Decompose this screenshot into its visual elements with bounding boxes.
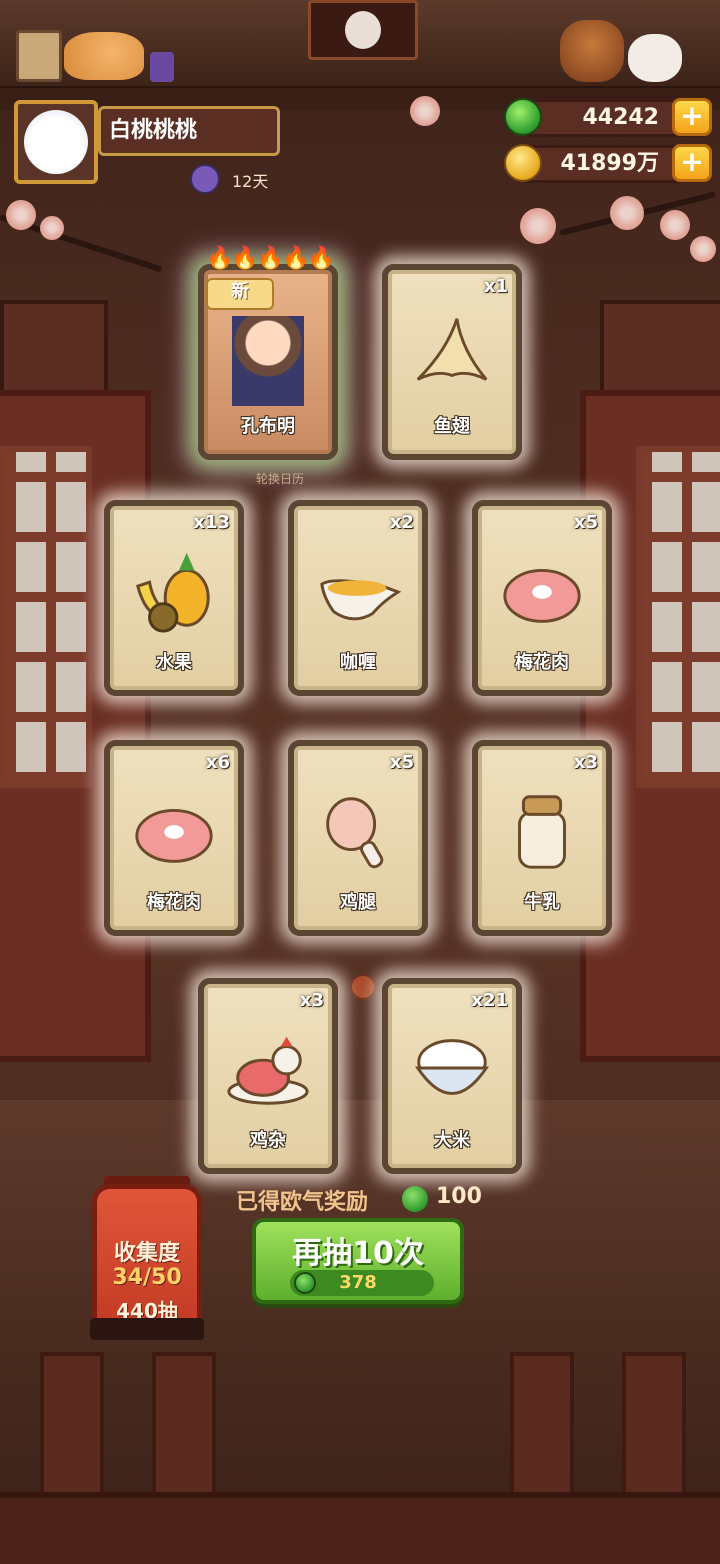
door-window — [0, 446, 92, 788]
blossom-decoration — [520, 208, 556, 244]
bottom-bar — [0, 1492, 720, 1564]
jade-icon — [402, 1186, 428, 1212]
coin-icon — [504, 144, 542, 182]
jar-decoration — [150, 52, 174, 82]
card-count: x5 — [573, 512, 598, 533]
card-item[interactable]: x3 牛乳 — [472, 740, 612, 936]
scroll-decoration — [16, 30, 62, 82]
blossom-decoration — [6, 200, 36, 230]
door-window — [636, 446, 720, 788]
card-label: 大米 — [434, 1130, 470, 1151]
blossom-decoration — [660, 210, 690, 240]
wall-panel — [0, 300, 108, 398]
pork-icon — [503, 569, 581, 623]
left-door — [0, 390, 151, 1062]
drumstick-icon — [326, 797, 384, 869]
card-label: 鱼翅 — [434, 416, 470, 437]
card-item[interactable]: x6 梅花肉 — [104, 740, 244, 936]
blossom-decoration — [410, 96, 440, 126]
chef-figure-icon — [560, 20, 624, 82]
card-label: 鸡腿 — [340, 892, 376, 913]
card-label: 牛乳 — [524, 892, 560, 913]
shark-fin-icon — [416, 318, 488, 381]
fence-post — [152, 1352, 216, 1500]
right-door — [580, 390, 720, 1062]
card-label: 水果 — [156, 652, 192, 673]
days-avatar-icon — [190, 164, 220, 194]
milk-jar-icon — [518, 795, 566, 869]
curry-icon — [320, 579, 402, 621]
fence-post — [40, 1352, 104, 1500]
days-count: 12天 — [232, 172, 269, 191]
card-item[interactable]: x21 大米 — [382, 978, 522, 1174]
calendar-hint: 轮换日历 — [255, 472, 304, 486]
chef-portrait-icon — [345, 11, 381, 49]
avatar[interactable] — [14, 100, 98, 184]
card-item[interactable]: x5 鸡腿 — [288, 740, 428, 936]
card-label: 孔布明 — [241, 416, 295, 437]
cat-avatar-icon — [24, 110, 88, 174]
collection-progress: 34/50 — [112, 1265, 182, 1290]
card-label: 鸡杂 — [250, 1130, 286, 1151]
character-portrait-icon — [232, 316, 304, 406]
jade-icon — [504, 98, 542, 136]
blossom-decoration — [40, 216, 64, 240]
add-coin-button[interactable]: + — [672, 144, 712, 182]
card-count: x5 — [389, 752, 414, 773]
new-badge: 新 — [206, 278, 274, 310]
card-label: 咖喱 — [340, 652, 376, 673]
card-count: x2 — [389, 512, 414, 533]
fence-post — [510, 1352, 574, 1500]
card-label: 梅花肉 — [515, 652, 569, 673]
pork-icon — [135, 809, 213, 863]
card-count: x13 — [193, 512, 230, 533]
rice-bowl-icon — [415, 1039, 489, 1095]
rarity-flames-icon: 🔥🔥🔥🔥🔥 — [206, 246, 335, 271]
sign-board — [308, 0, 418, 60]
blossom-decoration — [690, 236, 716, 262]
draw-again-button[interactable]: 再抽10次 378 — [252, 1218, 464, 1304]
card-label: 梅花肉 — [147, 892, 201, 913]
player-name: 白桃桃桃 — [98, 106, 280, 156]
draw-button-label: 再抽10次 — [292, 1236, 424, 1271]
ornament-icon — [350, 974, 376, 1000]
card-item[interactable]: x1 鱼翅 — [382, 264, 522, 460]
blossom-decoration — [610, 196, 644, 230]
lantern-stand — [90, 1318, 204, 1340]
card-item[interactable]: x3 鸡杂 — [198, 978, 338, 1174]
card-item[interactable]: x2 咖喱 — [288, 500, 428, 696]
add-jade-button[interactable]: + — [672, 98, 712, 136]
card-count: x3 — [573, 752, 598, 773]
card-item[interactable]: x5 梅花肉 — [472, 500, 612, 696]
collection-lantern[interactable]: 收集度 34/50 440抽 — [92, 1184, 202, 1336]
card-count: x1 — [483, 276, 508, 297]
card-count: x6 — [205, 752, 230, 773]
white-cat-figure-icon — [628, 34, 682, 82]
cat-figure-icon — [64, 32, 144, 80]
card-count: x3 — [299, 990, 324, 1011]
collection-title: 收集度 — [113, 1241, 180, 1266]
fence-post — [622, 1352, 686, 1500]
chicken-dish-icon — [227, 1036, 309, 1105]
fruit-icon — [136, 552, 210, 633]
wall-panel — [600, 300, 720, 398]
draw-cost: 378 — [339, 1272, 377, 1293]
card-item[interactable]: x13 水果 — [104, 500, 244, 696]
reward-value: 100 — [436, 1184, 482, 1209]
reward-label: 已得欧气奖励 — [236, 1190, 369, 1215]
card-count: x21 — [471, 990, 508, 1011]
